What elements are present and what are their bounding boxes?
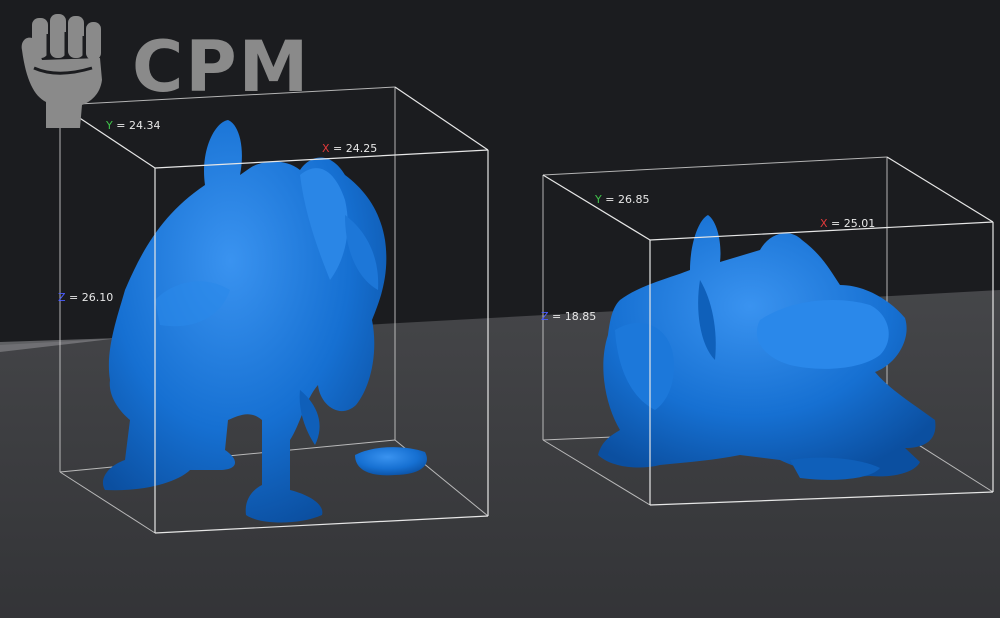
brand-name: CPM (132, 26, 311, 108)
dim-value: 24.34 (128, 119, 161, 132)
axis-y-letter: Y (595, 193, 602, 206)
dim-value: 26.10 (81, 291, 114, 304)
dim-label-z: Z = 18.85 (541, 311, 596, 323)
dim-value: 18.85 (564, 310, 597, 323)
dim-label-x: X = 24.25 (322, 143, 377, 155)
model-creature-standing[interactable] (59, 86, 489, 534)
dim-eq: = (827, 217, 844, 230)
dim-eq: = (601, 193, 618, 206)
axis-z-letter: Z (541, 310, 549, 323)
brand-logo: CPM (12, 10, 312, 130)
dim-label-z: Z = 26.10 (58, 292, 113, 304)
axis-x-letter: X (322, 142, 330, 155)
dim-label-y: Y = 26.85 (595, 194, 649, 206)
raised-fist-icon (21, 14, 103, 128)
axis-x-letter: X (820, 217, 828, 230)
dim-value: 25.01 (843, 217, 876, 230)
dim-value: 24.25 (345, 142, 378, 155)
creature-crouching-mesh (598, 215, 936, 480)
axis-z-letter: Z (58, 291, 66, 304)
dim-label-y: Y = 24.34 (106, 120, 160, 132)
axis-y-letter: Y (106, 119, 113, 132)
dim-eq: = (112, 119, 129, 132)
dim-eq: = (329, 142, 346, 155)
creature-standing-mesh (102, 120, 427, 523)
dim-eq: = (65, 291, 82, 304)
dim-label-x: X = 25.01 (820, 218, 875, 230)
dim-value: 26.85 (617, 193, 650, 206)
dim-eq: = (548, 310, 565, 323)
